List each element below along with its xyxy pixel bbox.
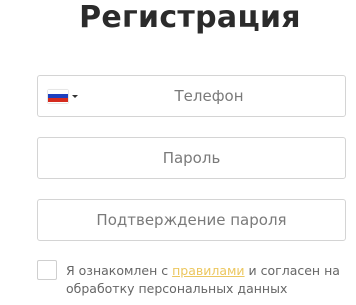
registration-form: Регистрация Телефон Пароль Подтверждение… [0, 0, 356, 305]
page-title: Регистрация [79, 0, 301, 35]
password-field[interactable]: Пароль [37, 137, 346, 179]
agreement-text: Я ознакомлен с правилами и согласен на о… [66, 262, 351, 298]
phone-field[interactable]: Телефон [37, 75, 346, 117]
password-placeholder: Пароль [162, 149, 221, 167]
agreement-checkbox[interactable] [37, 260, 57, 280]
password-confirm-field[interactable]: Подтверждение пароля [37, 199, 346, 241]
agreement-text-before: Я ознакомлен с [66, 263, 173, 278]
phone-placeholder: Телефон [174, 87, 244, 105]
russia-flag-icon [48, 89, 68, 103]
password-confirm-placeholder: Подтверждение пароля [96, 211, 287, 229]
rules-link[interactable]: правилами [172, 263, 244, 278]
chevron-down-icon [72, 94, 78, 98]
country-picker[interactable] [48, 89, 78, 103]
